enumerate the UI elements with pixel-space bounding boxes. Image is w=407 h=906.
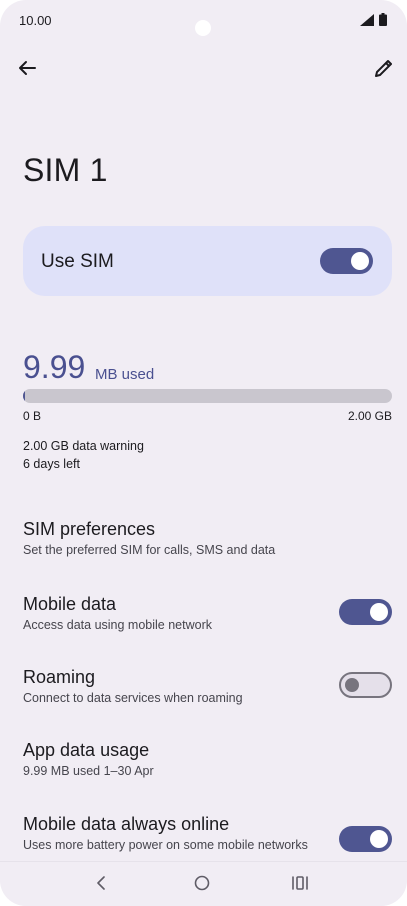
- setting-sim-preferences[interactable]: SIM preferences Set the preferred SIM fo…: [23, 518, 392, 558]
- use-sim-label: Use SIM: [41, 251, 114, 272]
- setting-title: Roaming: [23, 667, 96, 687]
- use-sim-card[interactable]: Use SIM: [23, 226, 392, 296]
- camera-cutout: [195, 20, 211, 36]
- setting-subtitle: Access data using mobile network: [23, 618, 212, 632]
- setting-title: App data usage: [23, 740, 150, 760]
- mobile-data-toggle[interactable]: [339, 599, 392, 625]
- always-online-toggle[interactable]: [339, 826, 392, 852]
- usage-unit: MB used: [95, 366, 155, 383]
- pencil-icon[interactable]: [372, 56, 396, 80]
- battery-icon: [379, 13, 387, 26]
- setting-subtitle: 9.99 MB used 1–30 Apr: [23, 764, 154, 778]
- navigation-bar: [0, 861, 407, 906]
- usage-value: 9.99: [23, 349, 86, 385]
- usage-progress-bar: [23, 389, 392, 403]
- status-bar: 10.00: [0, 0, 407, 40]
- toggle-knob: [370, 830, 388, 848]
- arrow-left-icon[interactable]: [15, 56, 39, 80]
- setting-title: Mobile data: [23, 594, 117, 614]
- toggle-knob: [345, 678, 359, 692]
- setting-roaming[interactable]: Roaming Connect to data services when ro…: [23, 666, 392, 706]
- data-warning-text: 2.00 GB data warning: [23, 439, 144, 453]
- setting-subtitle: Connect to data services when roaming: [23, 691, 243, 705]
- home-circle-icon[interactable]: [192, 873, 212, 893]
- recents-icon[interactable]: [290, 873, 310, 893]
- setting-mobile-data[interactable]: Mobile data Access data using mobile net…: [23, 593, 392, 633]
- setting-subtitle: Set the preferred SIM for calls, SMS and…: [23, 543, 276, 557]
- phone-screen: 10.00 SIM 1 Use SIM 9.99 MB used 0 B 2.0…: [0, 0, 407, 906]
- usage-progress-fill: [23, 389, 25, 403]
- usage-max-label: 2.00 GB: [347, 409, 392, 423]
- page-title: SIM 1: [23, 152, 108, 188]
- days-left-text: 6 days left: [23, 457, 80, 471]
- signal-icon: [360, 13, 374, 26]
- setting-subtitle: Uses more battery power on some mobile n…: [23, 838, 308, 852]
- setting-title: Mobile data always online: [23, 814, 230, 834]
- status-time: 10.00: [19, 13, 52, 28]
- back-chevron-icon[interactable]: [92, 873, 112, 893]
- usage-min-label: 0 B: [23, 409, 42, 423]
- roaming-toggle[interactable]: [339, 672, 392, 698]
- use-sim-toggle[interactable]: [320, 248, 373, 274]
- toggle-knob: [370, 603, 388, 621]
- setting-app-data-usage[interactable]: App data usage 9.99 MB used 1–30 Apr: [23, 739, 392, 779]
- status-icons: [360, 13, 387, 26]
- setting-mobile-data-always-online[interactable]: Mobile data always online Uses more batt…: [23, 813, 392, 853]
- toggle-knob: [351, 252, 369, 270]
- setting-title: SIM preferences: [23, 519, 156, 539]
